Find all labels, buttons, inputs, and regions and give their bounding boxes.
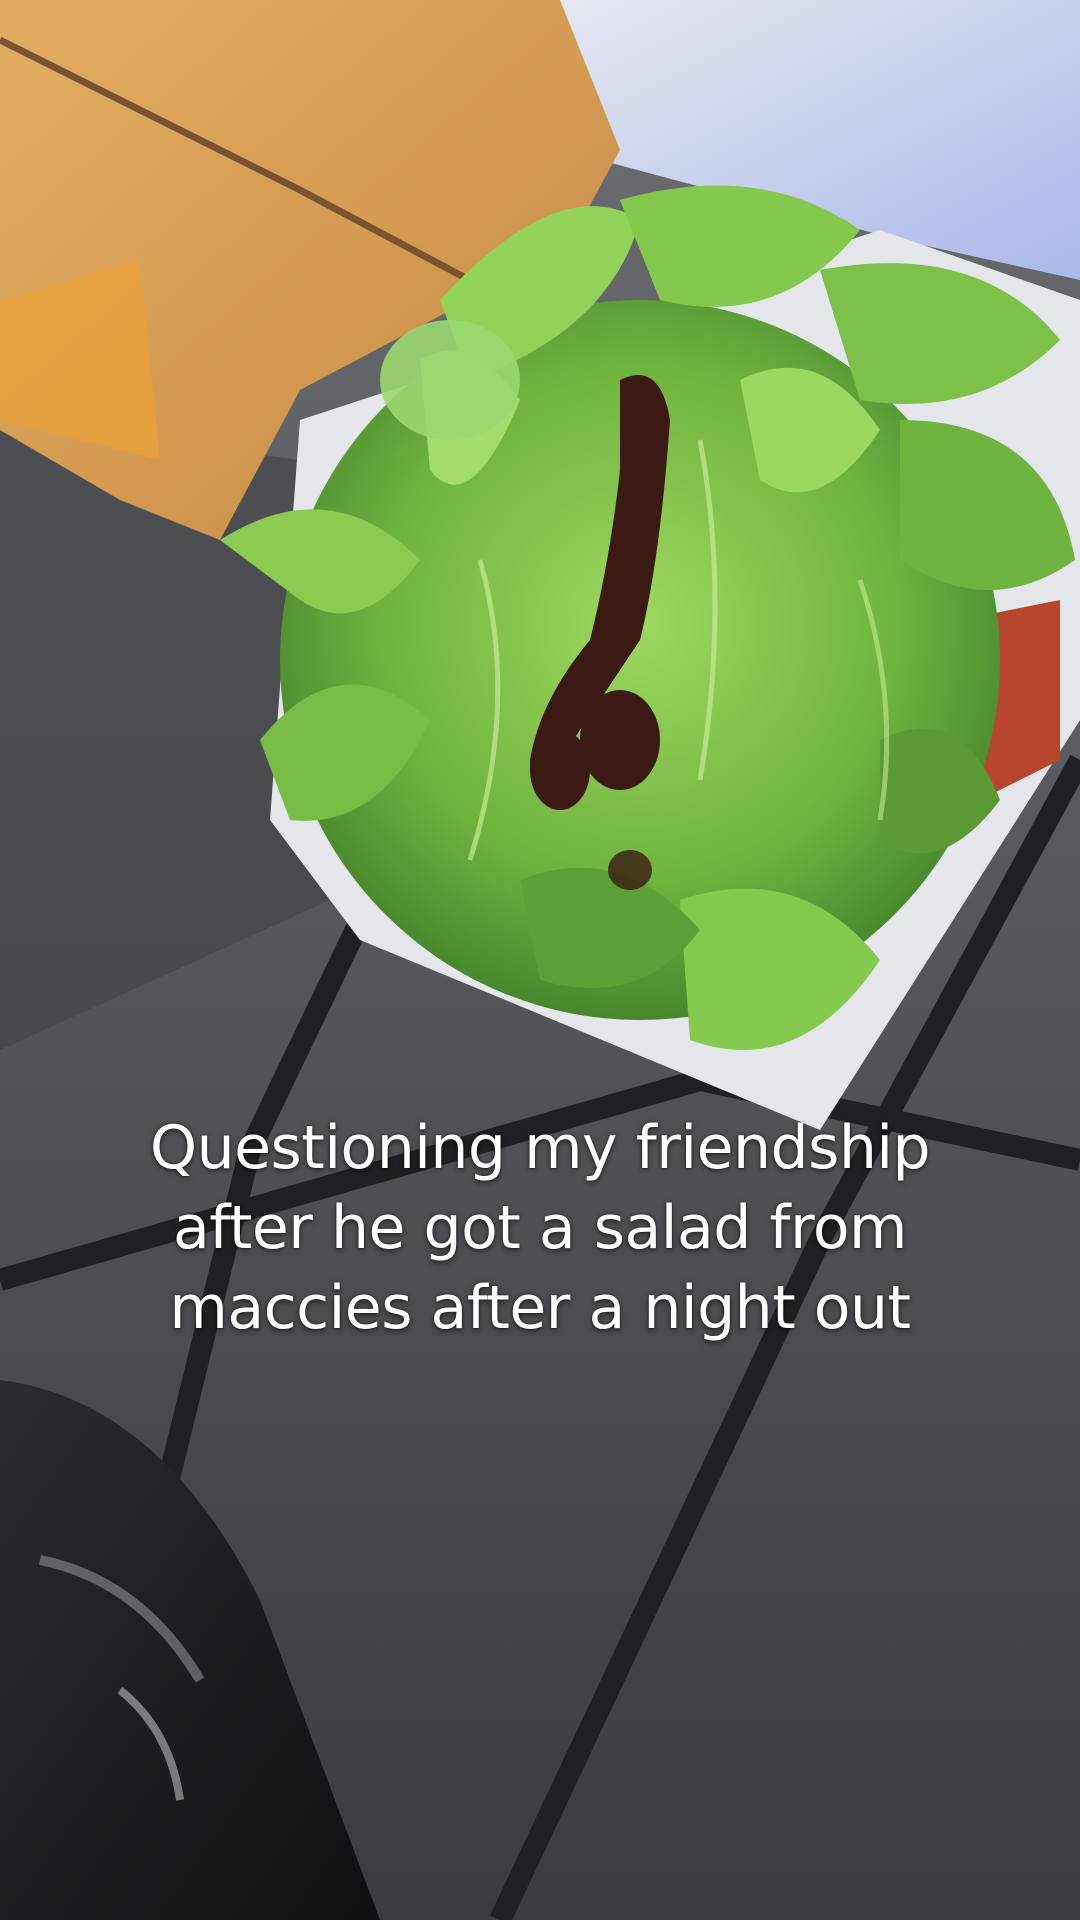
- caption-overlay: Questioning my friendship after he got a…: [60, 1108, 1020, 1348]
- salad-photo: [0, 0, 1080, 1920]
- caption-line-1: Questioning my friendship: [149, 1113, 931, 1183]
- caption-line-3: maccies after a night out: [169, 1273, 911, 1343]
- photo-scene: Questioning my friendship after he got a…: [0, 0, 1080, 1920]
- caption-line-2: after he got a salad from: [172, 1193, 908, 1263]
